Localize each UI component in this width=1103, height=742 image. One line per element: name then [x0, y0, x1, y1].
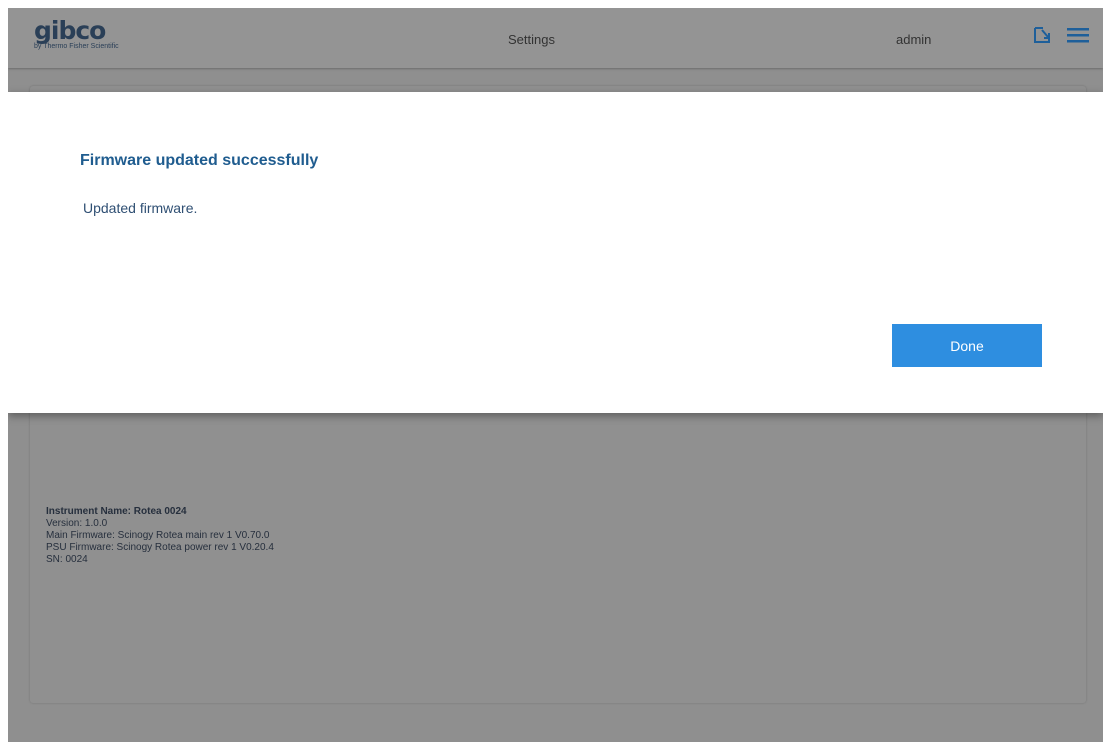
serial-number: SN: 0024 — [46, 554, 88, 565]
done-button[interactable]: Done — [892, 324, 1042, 367]
psu-firmware: PSU Firmware: Scinogy Rotea power rev 1 … — [46, 542, 274, 553]
export-icon[interactable] — [1032, 24, 1056, 48]
instrument-version: Version: 1.0.0 — [46, 518, 108, 529]
top-header: gibco by Thermo Fisher Scientific Settin… — [8, 8, 1103, 68]
menu-icon[interactable] — [1066, 24, 1090, 48]
page-title: Settings — [508, 32, 555, 47]
instrument-info: Instrument Name: Rotea 0024 Version: 1.0… — [46, 506, 274, 566]
dialog-message: Updated firmware. — [83, 200, 198, 216]
user-name[interactable]: admin — [896, 32, 931, 47]
gibco-logo: gibco by Thermo Fisher Scientific — [34, 16, 119, 51]
dialog-title: Firmware updated successfully — [80, 152, 319, 169]
logo-subtext: by Thermo Fisher Scientific — [34, 43, 119, 50]
instrument-name: Instrument Name: Rotea 0024 — [46, 506, 187, 517]
main-firmware: Main Firmware: Scinogy Rotea main rev 1 … — [46, 530, 270, 541]
firmware-success-dialog: Firmware updated successfully Updated fi… — [8, 92, 1103, 413]
logo-text: gibco — [34, 16, 106, 45]
app-screen: gibco by Thermo Fisher Scientific Settin… — [8, 8, 1103, 742]
